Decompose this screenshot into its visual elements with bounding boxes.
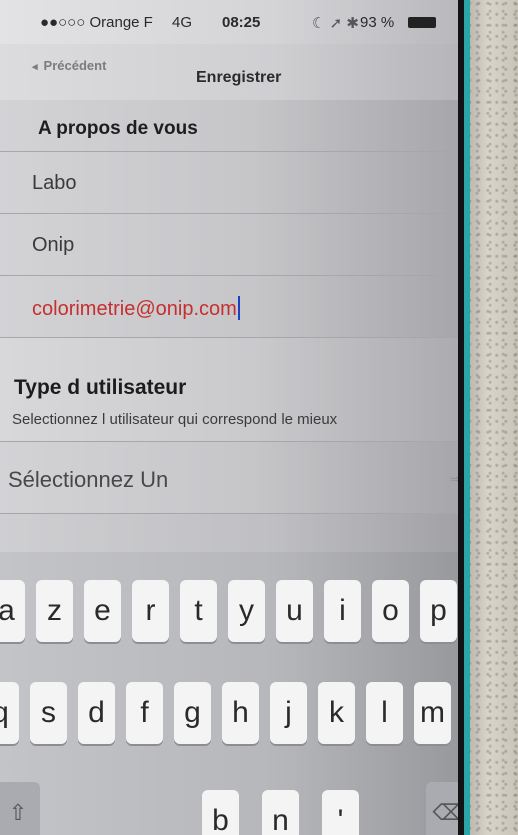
status-icons: ☾ ➚ ✱: [312, 15, 359, 32]
key-a[interactable]: a: [0, 580, 25, 642]
text-cursor: [237, 296, 240, 320]
battery-percent: 93 %: [360, 14, 395, 31]
section-title: A propos de vous: [38, 118, 198, 139]
page-title: Enregistrer: [196, 69, 282, 86]
key-j[interactable]: j: [270, 682, 307, 744]
key-o[interactable]: o: [372, 580, 409, 642]
phone-screen: ●●○○○ Orange F 4G 08:25 ☾ ➚ ✱ 93 % ◂ Préc…: [0, 0, 458, 835]
carrier-label: ●●○○○ Orange F: [40, 14, 153, 31]
chevron-right-icon: ⇒: [450, 472, 458, 486]
key-p[interactable]: p: [420, 580, 457, 642]
key-l[interactable]: l: [366, 682, 403, 744]
section-header-user-type: Type d utilisateur Selectionnez l utilis…: [0, 338, 458, 442]
key-r[interactable]: r: [132, 580, 169, 642]
email-field[interactable]: colorimetrie@onip.com: [0, 276, 458, 338]
key-y[interactable]: y: [228, 580, 265, 642]
key-apostrophe[interactable]: ': [322, 790, 359, 835]
key-m[interactable]: m: [414, 682, 451, 744]
back-button[interactable]: ◂ Précédent: [32, 58, 106, 73]
key-g[interactable]: g: [174, 682, 211, 744]
section-header-about: A propos de vous: [0, 100, 458, 152]
background-countertop: [468, 0, 518, 835]
back-button-label: Précédent: [43, 58, 107, 73]
key-e[interactable]: e: [84, 580, 121, 642]
key-i[interactable]: i: [324, 580, 361, 642]
key-h[interactable]: h: [222, 682, 259, 744]
key-f[interactable]: f: [126, 682, 163, 744]
first-name-field[interactable]: Labo: [0, 152, 458, 214]
backspace-key[interactable]: ⌫: [426, 782, 458, 835]
form-spacer: [0, 514, 458, 552]
select-value: Sélectionnez Un: [8, 467, 169, 492]
key-q[interactable]: q: [0, 682, 19, 744]
section-title: Type d utilisateur: [14, 376, 187, 399]
field-value: colorimetrie@onip.com: [32, 298, 237, 320]
key-t[interactable]: t: [180, 580, 217, 642]
key-z[interactable]: z: [36, 580, 73, 642]
clock: 08:25: [222, 14, 261, 31]
key-n[interactable]: n: [262, 790, 299, 835]
user-type-select[interactable]: Sélectionnez Un ⇒: [0, 442, 458, 514]
field-value: Onip: [32, 234, 75, 256]
battery-icon: [408, 17, 436, 28]
chevron-left-icon: ◂: [32, 61, 38, 73]
key-d[interactable]: d: [78, 682, 115, 744]
key-u[interactable]: u: [276, 580, 313, 642]
key-b[interactable]: b: [202, 790, 239, 835]
last-name-field[interactable]: Onip: [0, 214, 458, 276]
network-label: 4G: [172, 14, 193, 31]
key-k[interactable]: k: [318, 682, 355, 744]
section-subtitle: Selectionnez l utilisateur qui correspon…: [12, 411, 338, 428]
field-value: Labo: [32, 172, 77, 194]
key-s[interactable]: s: [30, 682, 67, 744]
keyboard: azertyuiop qsdfghjklm ⇧ ⌫ b n ': [0, 552, 458, 835]
status-bar: ●●○○○ Orange F 4G 08:25 ☾ ➚ ✱ 93 %: [0, 0, 458, 44]
nav-bar: ◂ Précédent Enregistrer: [0, 44, 458, 101]
shift-key[interactable]: ⇧: [0, 782, 40, 835]
